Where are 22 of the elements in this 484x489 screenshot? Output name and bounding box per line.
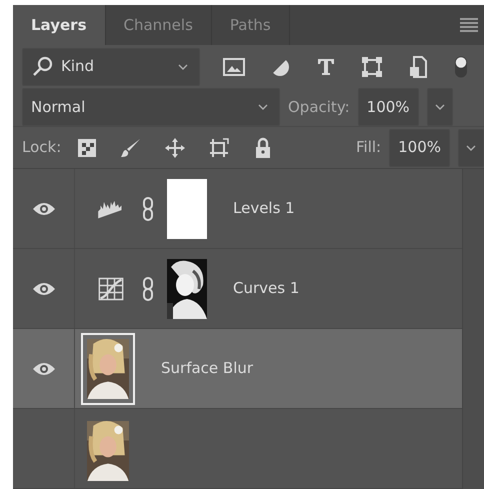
layer-name: Surface Blur (161, 358, 254, 380)
layer-name: Curves 1 (233, 278, 300, 300)
chain-link-icon (141, 196, 155, 222)
layer-row[interactable]: Surface Blur (13, 329, 462, 409)
chain-link-icon (141, 276, 155, 302)
layer-row[interactable]: Curves 1 (13, 249, 462, 329)
shape-filter-icon[interactable] (360, 54, 384, 79)
layer-name: Levels 1 (233, 198, 295, 220)
filter-dropdown[interactable]: Kind (22, 48, 200, 86)
layer-row[interactable] (13, 409, 462, 489)
fill-label: Fill: (356, 137, 382, 158)
layer-mask-thumbnail (167, 178, 207, 238)
fill-field[interactable]: 100% (389, 128, 450, 167)
layer-row[interactable]: Levels 1 (13, 169, 462, 249)
opacity-label: Opacity: (288, 96, 350, 118)
blend-mode-dropdown[interactable]: Normal (22, 88, 280, 126)
move-icon[interactable] (163, 136, 188, 160)
opacity-field[interactable]: 100% (358, 88, 419, 126)
lock-label: Lock: (22, 137, 62, 158)
panel-tab[interactable]: Layers (13, 5, 106, 46)
artboard-icon[interactable] (207, 136, 232, 160)
filter-value: Kind (61, 56, 96, 78)
